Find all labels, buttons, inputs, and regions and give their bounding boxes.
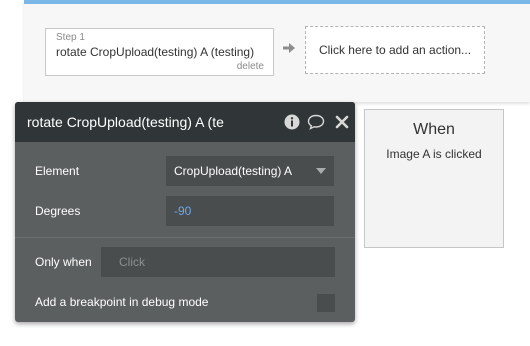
only-when-placeholder: Click xyxy=(119,255,145,269)
add-action-button[interactable]: Click here to add an action... xyxy=(305,26,485,74)
panel-title: rotate CropUpload(testing) A (te xyxy=(27,114,224,130)
trigger-event-card[interactable]: When Image A is clicked xyxy=(364,109,504,248)
element-dropdown[interactable]: CropUpload(testing) A xyxy=(166,156,334,186)
breakpoint-label: Add a breakpoint in debug mode xyxy=(35,295,209,309)
step-title: rotate CropUpload(testing) A (testing) xyxy=(56,45,255,59)
step-delete-link[interactable]: delete xyxy=(237,61,264,72)
element-dropdown-value: CropUpload(testing) A xyxy=(174,164,293,178)
breakpoint-checkbox[interactable] xyxy=(317,294,335,312)
degrees-input[interactable]: -90 xyxy=(166,196,334,226)
add-action-label: Click here to add an action... xyxy=(318,43,472,57)
degrees-input-value: -90 xyxy=(174,204,192,218)
trigger-subtitle: Image A is clicked xyxy=(386,147,482,161)
step-number: Step 1 xyxy=(56,32,85,43)
degrees-label: Degrees xyxy=(35,204,81,218)
close-icon[interactable] xyxy=(335,114,349,130)
only-when-input[interactable]: Click xyxy=(101,247,335,277)
chevron-down-icon xyxy=(316,168,326,174)
section-divider xyxy=(15,237,355,238)
arrow-right-icon xyxy=(283,43,295,53)
element-label: Element xyxy=(35,164,80,178)
only-when-label: Only when xyxy=(35,255,92,269)
info-icon[interactable] xyxy=(284,114,300,130)
trigger-title: When xyxy=(413,121,455,138)
panel-header: rotate CropUpload(testing) A (te xyxy=(15,102,355,142)
property-editor-panel: rotate CropUpload(testing) A (te Element… xyxy=(15,102,355,322)
comment-icon[interactable] xyxy=(307,114,325,130)
workflow-step-card[interactable]: Step 1 rotate CropUpload(testing) A (tes… xyxy=(45,28,274,76)
